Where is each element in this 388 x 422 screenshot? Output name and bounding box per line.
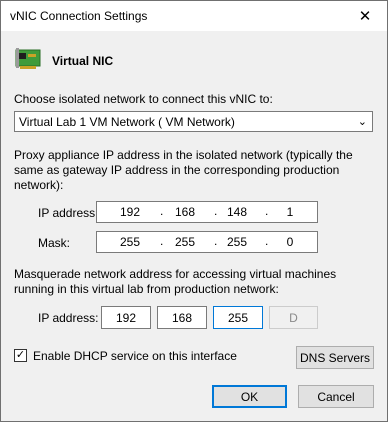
cancel-button[interactable]: Cancel <box>298 385 374 408</box>
mask-octet-2: 255 <box>174 235 196 249</box>
proxy-ip-label: IP address: <box>38 206 99 220</box>
masquerade-octet-4-input: D <box>269 306 318 329</box>
close-icon: ✕ <box>358 8 372 25</box>
mask-field[interactable]: 255 . 255 . 255 . 0 <box>96 231 318 253</box>
dialog-window: vNIC Connection Settings ✕ Virtual NIC C… <box>0 0 388 422</box>
masquerade-ip-label: IP address: <box>38 311 99 325</box>
masquerade-label-line2: running in this virtual lab from product… <box>14 282 279 296</box>
proxy-label-line2: same as gateway IP address in the corres… <box>14 163 340 177</box>
network-label: Choose isolated network to connect this … <box>14 92 273 106</box>
masquerade-octet-2-value: 168 <box>171 311 193 325</box>
mask-octet-3: 255 <box>226 235 248 249</box>
dns-servers-button[interactable]: DNS Servers <box>296 346 374 369</box>
ok-button[interactable]: OK <box>212 385 287 408</box>
masquerade-octet-3-input[interactable]: 255 <box>213 306 263 329</box>
network-card-icon <box>15 48 41 69</box>
proxy-label-line3: network): <box>14 178 64 192</box>
masquerade-octet-1-input[interactable]: 192 <box>101 306 151 329</box>
mask-octet-1: 255 <box>119 235 141 249</box>
mask-octet-4: 0 <box>286 235 294 249</box>
masquerade-label-line1: Masquerade network address for accessing… <box>14 267 337 281</box>
ok-label: OK <box>240 389 259 404</box>
masquerade-octet-4-value: D <box>289 311 298 325</box>
close-button[interactable]: ✕ <box>343 1 387 31</box>
mask-label: Mask: <box>38 236 71 250</box>
proxy-ip-octet-2: 168 <box>174 205 196 219</box>
proxy-ip-field[interactable]: 192 . 168 . 148 . 1 <box>96 201 318 223</box>
masquerade-octet-2-input[interactable]: 168 <box>157 306 207 329</box>
proxy-ip-octet-3: 148 <box>226 205 248 219</box>
window-title: vNIC Connection Settings <box>10 9 148 23</box>
header-title: Virtual NIC <box>52 54 114 68</box>
title-bar: vNIC Connection Settings ✕ <box>1 1 387 31</box>
masquerade-octet-3-value: 255 <box>227 311 249 325</box>
chevron-down-icon: ⌄ <box>357 116 367 128</box>
proxy-ip-octet-4: 1 <box>286 205 294 219</box>
dns-servers-label: DNS Servers <box>299 350 370 365</box>
dhcp-label[interactable]: Enable DHCP service on this interface <box>33 349 237 364</box>
dhcp-checkbox[interactable]: ✓ <box>14 349 27 362</box>
checkmark-icon: ✓ <box>15 349 26 361</box>
cancel-label: Cancel <box>317 389 355 404</box>
masquerade-octet-1-value: 192 <box>115 311 137 325</box>
proxy-ip-octet-1: 192 <box>119 205 141 219</box>
network-dropdown[interactable]: Virtual Lab 1 VM Network ( VM Network) ⌄ <box>14 111 373 132</box>
network-selected-value: Virtual Lab 1 VM Network ( VM Network) <box>19 115 235 129</box>
proxy-label-line1: Proxy appliance IP address in the isolat… <box>14 148 353 162</box>
